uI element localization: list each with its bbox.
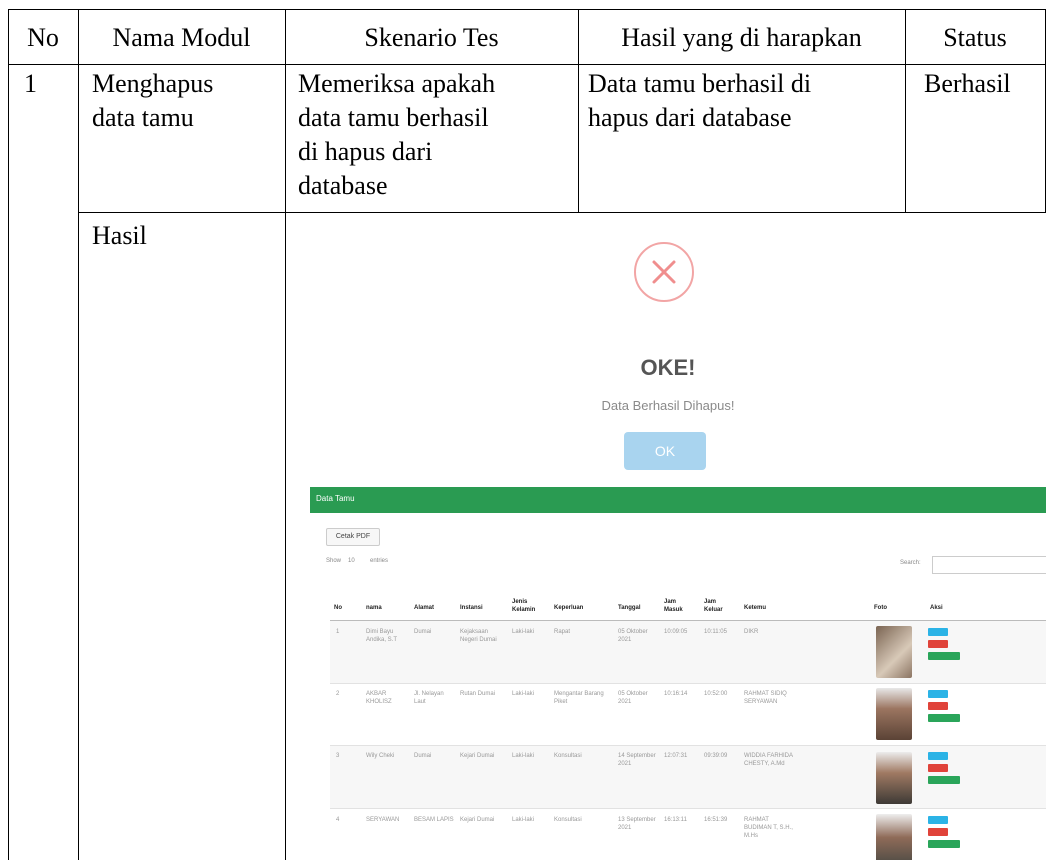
header-no: No bbox=[27, 23, 59, 52]
table-row-2-instansi: Rutan Dumai bbox=[460, 691, 496, 697]
table-row-1-no: 1 bbox=[336, 629, 340, 635]
table-row-4-ketemu: RAHMAT BUDIMAN T, S.H., M.Hs bbox=[744, 817, 793, 839]
col-jam-masuk[interactable]: Jam Masuk bbox=[664, 598, 688, 614]
harapan-line-2: hapus dari database bbox=[588, 103, 792, 132]
edit-button[interactable] bbox=[928, 628, 948, 636]
table-row-4-no: 4 bbox=[336, 817, 340, 823]
alert-title: OKE! bbox=[640, 355, 696, 380]
table-row-3-jk: Laki-laki bbox=[512, 753, 535, 759]
table-row-3-instansi: Kejari Dumai bbox=[460, 753, 495, 759]
edit-button[interactable] bbox=[928, 690, 948, 698]
col-alamat[interactable]: Alamat bbox=[414, 604, 434, 612]
table-row-1-masuk: 10:09:05 bbox=[664, 629, 688, 635]
table-row-3-nama: Wily Cheki bbox=[366, 753, 395, 759]
search-label: Search: bbox=[900, 560, 921, 566]
wa-button[interactable] bbox=[928, 714, 960, 722]
col-aksi[interactable]: Aksi bbox=[930, 604, 943, 612]
col-keperluan[interactable]: Keperluan bbox=[554, 604, 583, 612]
search-input[interactable] bbox=[932, 556, 1046, 574]
delete-button[interactable] bbox=[928, 702, 948, 710]
table-row-1-keluar: 10:11:05 bbox=[704, 629, 727, 635]
header-status: Status bbox=[943, 23, 1007, 52]
table-row-2-tanggal: 05 Oktober 2021 bbox=[618, 691, 648, 705]
table-row-4-nama: SERYAWAN bbox=[366, 817, 400, 823]
col-ketemu[interactable]: Ketemu bbox=[744, 604, 766, 612]
panel-title: Data Tamu bbox=[316, 494, 355, 503]
col-nama[interactable]: nama bbox=[366, 604, 382, 612]
table-row-3-keluar: 09:39:09 bbox=[704, 753, 728, 759]
photo-3 bbox=[876, 752, 912, 804]
modul-line-2: data tamu bbox=[92, 103, 194, 132]
table-row-1-keperluan: Rapat bbox=[554, 629, 571, 635]
table-row-2-keluar: 10:52:00 bbox=[704, 691, 728, 697]
table-row-2-ketemu: RAHMAT SIDIQ SERYAWAN bbox=[744, 691, 787, 705]
table-row-2-no: 2 bbox=[336, 691, 340, 697]
table-row-3-ketemu: WIDDIA FARHIDA CHESTY, A.Md bbox=[744, 753, 793, 767]
col-no[interactable]: No bbox=[334, 604, 342, 612]
table-row-1-tanggal: 05 Oktober 2021 bbox=[618, 629, 648, 643]
modul-line-1: Menghapus bbox=[92, 69, 214, 98]
edit-button[interactable] bbox=[928, 816, 948, 824]
delete-button[interactable] bbox=[928, 828, 948, 836]
col-jam-keluar[interactable]: Jam Keluar bbox=[704, 598, 728, 614]
table-row-2-nama: AKBAR KHOLISZ bbox=[366, 691, 392, 705]
table-row-4-masuk: 16:13:11 bbox=[664, 817, 687, 823]
table-row-4-alamat: BESAM LAPIS bbox=[414, 817, 454, 823]
wa-button[interactable] bbox=[928, 840, 960, 848]
table-row-4-instansi: Kejari Dumai bbox=[460, 817, 495, 823]
photo-4 bbox=[876, 814, 912, 860]
table-row-4-keperluan: Konsultasi bbox=[554, 817, 582, 823]
skenario-line-2: data tamu berhasil bbox=[298, 103, 489, 132]
show-label: Show bbox=[326, 558, 342, 564]
show-value[interactable]: 10 bbox=[348, 558, 355, 564]
photo-2 bbox=[876, 688, 912, 740]
status-text: Berhasil bbox=[924, 69, 1011, 98]
table-row-1-alamat: Dumai bbox=[414, 629, 432, 635]
table-row-1-instansi: Kejaksaan Negeri Dumai bbox=[460, 629, 497, 643]
table-row-1-ketemu: DIKR bbox=[744, 629, 759, 635]
skenario-line-4: database bbox=[298, 171, 388, 200]
wa-button[interactable] bbox=[928, 776, 960, 784]
print-pdf-button[interactable]: Cetak PDF bbox=[326, 528, 380, 546]
table-row-2-masuk: 10:16:14 bbox=[664, 691, 688, 697]
result-screenshot: OKE! Data Berhasil Dihapus! OK Data Tamu… bbox=[290, 212, 1046, 860]
table-row-1-jk: Laki-laki bbox=[512, 629, 535, 635]
alert-message: Data Berhasil Dihapus! bbox=[601, 398, 735, 413]
table-row-4-jk: Laki-laki bbox=[512, 817, 535, 823]
delete-button[interactable] bbox=[928, 764, 948, 772]
table-row-3-tanggal: 14 September 2021 bbox=[618, 753, 656, 767]
col-foto[interactable]: Foto bbox=[874, 604, 887, 612]
ok-button[interactable]: OK bbox=[624, 432, 706, 470]
table-row-2-keperluan: Mengantar Barang Piket bbox=[554, 691, 604, 705]
harapan-line-1: Data tamu berhasil di bbox=[588, 69, 812, 98]
col-jenis-kelamin[interactable]: Jenis Kelamin bbox=[512, 598, 542, 614]
delete-button[interactable] bbox=[928, 640, 948, 648]
table-row-2-jk: Laki-laki bbox=[512, 691, 535, 697]
skenario-line-1: Memeriksa apakah bbox=[298, 69, 496, 98]
table-row-3-keperluan: Konsultasi bbox=[554, 753, 582, 759]
error-x-icon bbox=[634, 242, 694, 302]
wa-button[interactable] bbox=[928, 652, 960, 660]
table-row-2-alamat: Jl. Nelayan Laut bbox=[414, 691, 444, 705]
panel-header: Data Tamu bbox=[310, 487, 1046, 513]
photo-1 bbox=[876, 626, 912, 678]
col-tanggal[interactable]: Tanggal bbox=[618, 604, 641, 612]
header-nama-modul: Nama Modul bbox=[112, 23, 251, 52]
col-instansi[interactable]: Instansi bbox=[460, 604, 483, 612]
table-row-4-keluar: 16:51:39 bbox=[704, 817, 728, 823]
row-no: 1 bbox=[24, 69, 37, 98]
hasil-label: Hasil bbox=[92, 221, 147, 250]
header-hasil-harapan: Hasil yang di harapkan bbox=[621, 23, 862, 52]
edit-button[interactable] bbox=[928, 752, 948, 760]
header-skenario: Skenario Tes bbox=[364, 23, 499, 52]
skenario-line-3: di hapus dari bbox=[298, 137, 433, 166]
table-row-1-nama: Dimi Bayu Andika, S.T bbox=[366, 629, 398, 643]
entries-label: entries bbox=[370, 558, 389, 564]
table-row-3-masuk: 12:07:31 bbox=[664, 753, 688, 759]
table-row-3-alamat: Dumai bbox=[414, 753, 432, 759]
table-row-3-no: 3 bbox=[336, 753, 340, 759]
table-row-4-tanggal: 13 September 2021 bbox=[618, 817, 656, 831]
